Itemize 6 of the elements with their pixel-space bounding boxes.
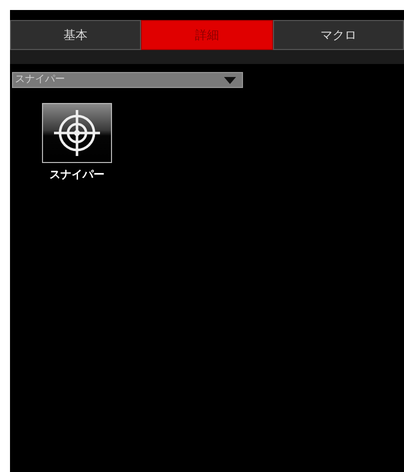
dropdown-value: スナイパー [15, 75, 65, 85]
tab[interactable]: 基本 [10, 20, 142, 50]
tab[interactable]: マクロ [272, 20, 404, 50]
caret-icon [224, 76, 236, 84]
crosshair-icon[interactable] [42, 103, 112, 163]
item-label: スナイパー [50, 169, 104, 180]
